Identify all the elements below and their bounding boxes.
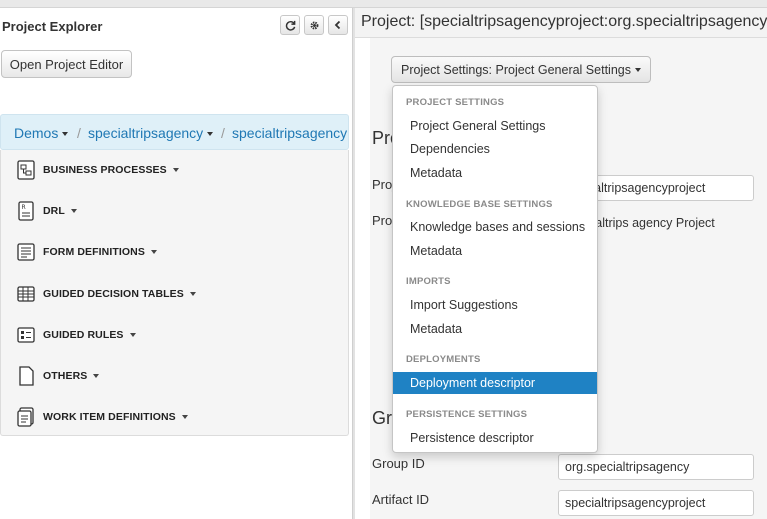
refresh-icon xyxy=(285,20,296,31)
project-explorer-header: Project Explorer xyxy=(0,8,352,40)
breadcrumb-item-demos[interactable]: Demos xyxy=(14,125,69,141)
menu-item-imports-metadata[interactable]: Metadata xyxy=(393,318,597,340)
caret-down-icon xyxy=(634,67,641,72)
caret-down-icon xyxy=(93,374,100,378)
resource-item-business-processes[interactable]: BUSINESS PROCESSES xyxy=(17,158,179,182)
caret-down-icon xyxy=(207,132,214,137)
breadcrumb-separator: / xyxy=(77,125,81,141)
group-id-input[interactable]: org.specialtripsagency xyxy=(558,454,754,480)
resource-item-guided-decision-tables[interactable]: GUIDED DECISION TABLES xyxy=(17,282,196,306)
project-settings-dropdown-button[interactable]: Project Settings: Project General Settin… xyxy=(391,56,651,83)
menu-header-knowledge-base-settings: KNOWLEDGE BASE SETTINGS xyxy=(406,199,553,210)
business-process-icon xyxy=(17,160,35,180)
caret-down-icon xyxy=(172,168,179,172)
refresh-button[interactable] xyxy=(280,15,300,35)
resource-item-drl[interactable]: R DRL xyxy=(17,199,77,223)
open-project-editor-button[interactable]: Open Project Editor xyxy=(1,50,132,78)
settings-button[interactable] xyxy=(304,15,324,35)
menu-item-knowledge-bases-and-sessions[interactable]: Knowledge bases and sessions xyxy=(393,216,597,238)
collapse-panel-button[interactable] xyxy=(328,15,348,35)
breadcrumb: Demos / specialtripsagency / specialtrip… xyxy=(0,114,349,150)
menu-header-imports: IMPORTS xyxy=(406,276,451,287)
caret-down-icon xyxy=(181,415,188,419)
resource-type-list: BUSINESS PROCESSES R DRL FORM DEFINITION… xyxy=(0,150,349,436)
project-settings-dropdown-menu: PROJECT SETTINGS Project General Setting… xyxy=(392,85,598,453)
menu-item-project-general-settings[interactable]: Project General Settings xyxy=(393,115,597,137)
breadcrumb-separator: / xyxy=(221,125,225,141)
project-editor-header: Project: [specialtripsagencyproject:org.… xyxy=(355,8,767,38)
caret-down-icon xyxy=(150,250,157,254)
caret-down-icon xyxy=(129,333,136,337)
menu-item-dependencies[interactable]: Dependencies xyxy=(393,138,597,160)
gear-icon xyxy=(309,20,320,31)
resource-item-work-item-definitions[interactable]: WORK ITEM DEFINITIONS xyxy=(17,405,188,429)
menu-header-deployments: DEPLOYMENTS xyxy=(406,354,481,365)
menu-item-persistence-descriptor[interactable]: Persistence descriptor xyxy=(393,427,597,449)
chevron-left-icon xyxy=(333,20,343,30)
file-icon xyxy=(17,366,35,386)
menu-header-project-settings: PROJECT SETTINGS xyxy=(406,97,505,108)
work-item-icon xyxy=(17,407,35,427)
menu-item-knowledge-base-metadata[interactable]: Metadata xyxy=(393,240,597,262)
caret-down-icon xyxy=(70,209,77,213)
menu-item-project-metadata[interactable]: Metadata xyxy=(393,162,597,184)
decision-table-icon xyxy=(17,284,35,304)
form-icon xyxy=(17,242,35,262)
project-explorer-panel: Project Explorer Open Project Editor Dem… xyxy=(0,8,352,519)
caret-down-icon xyxy=(189,292,196,296)
drl-file-icon: R xyxy=(17,201,35,221)
resource-item-guided-rules[interactable]: GUIDED RULES xyxy=(17,323,136,347)
svg-text:R: R xyxy=(22,204,26,211)
menu-item-import-suggestions[interactable]: Import Suggestions xyxy=(393,294,597,316)
breadcrumb-item-project[interactable]: specialtripsagencyp xyxy=(232,125,348,141)
caret-down-icon xyxy=(62,132,69,137)
menu-header-persistence-settings: PERSISTENCE SETTINGS xyxy=(406,409,528,420)
top-strip xyxy=(0,0,767,8)
artifact-id-input[interactable]: specialtripsagencyproject xyxy=(558,490,754,516)
guided-rule-icon xyxy=(17,325,35,345)
breadcrumb-item-organization[interactable]: specialtripsagency xyxy=(88,125,214,141)
menu-item-deployment-descriptor[interactable]: Deployment descriptor xyxy=(393,372,597,394)
project-explorer-title: Project Explorer xyxy=(2,19,103,34)
field-label-group-id: Group ID xyxy=(372,456,425,471)
project-editor-title: Project: [specialtripsagencyproject:org.… xyxy=(361,13,767,30)
resource-item-form-definitions[interactable]: FORM DEFINITIONS xyxy=(17,240,157,264)
section-heading-group: Gr xyxy=(372,408,392,428)
field-label-artifact-id: Artifact ID xyxy=(372,492,430,507)
resource-item-others[interactable]: OTHERS xyxy=(17,364,100,388)
